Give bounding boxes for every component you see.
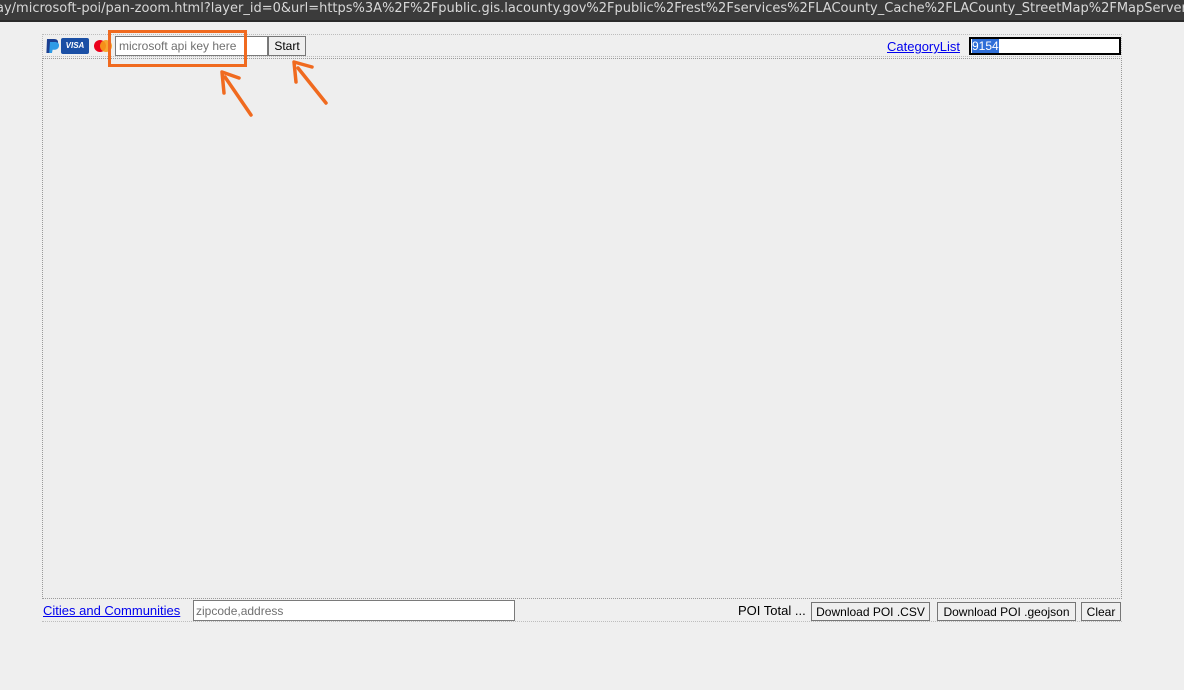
cities-communities-link[interactable]: Cities and Communities	[43, 603, 180, 618]
start-button[interactable]: Start	[268, 36, 306, 56]
annotation-highlight-box	[108, 30, 247, 67]
category-value: 9154	[972, 39, 999, 53]
download-csv-button[interactable]: Download POI .CSV	[811, 602, 930, 621]
address-url[interactable]: ay/microsoft-poi/pan-zoom.html?layer_id=…	[0, 1, 1184, 16]
annotation-arrow-left	[220, 70, 253, 117]
visa-icon: VISA	[61, 38, 89, 54]
poi-total-label: POI Total ...	[738, 603, 806, 618]
annotation-arrow-right	[292, 60, 328, 105]
download-geojson-button[interactable]: Download POI .geojson	[937, 602, 1076, 621]
category-list-link[interactable]: CategoryList	[887, 39, 960, 54]
category-input[interactable]: 9154	[969, 37, 1121, 55]
browser-address-bar[interactable]: ay/microsoft-poi/pan-zoom.html?layer_id=…	[0, 0, 1184, 22]
map-area[interactable]	[42, 58, 1122, 599]
zipcode-address-input[interactable]	[193, 600, 515, 621]
bottom-toolbar: Cities and Communities POI Total ... Dow…	[42, 600, 1122, 622]
clear-button[interactable]: Clear	[1081, 602, 1121, 621]
paypal-icon	[46, 39, 60, 53]
